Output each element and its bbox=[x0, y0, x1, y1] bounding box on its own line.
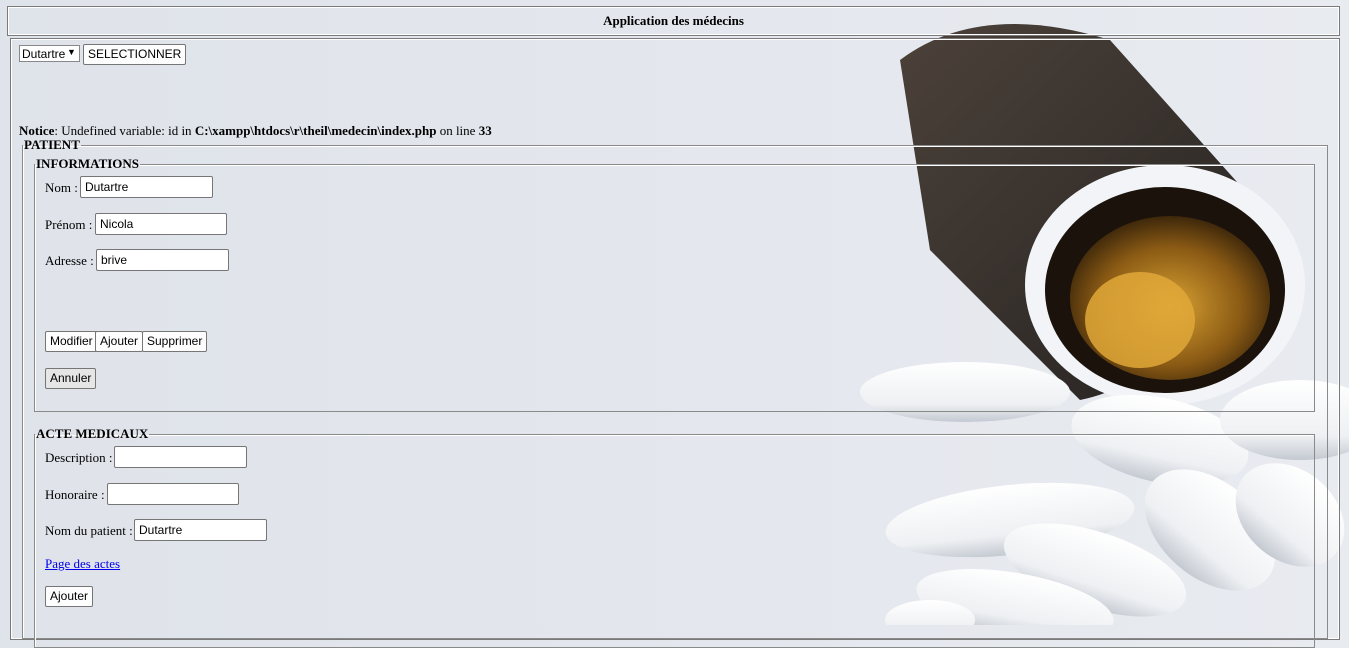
prenom-label: Prénom : bbox=[45, 217, 93, 232]
ajouter-acte-button[interactable]: Ajouter bbox=[45, 586, 94, 607]
nom-label: Nom : bbox=[45, 180, 78, 195]
notice-line: 33 bbox=[478, 123, 492, 138]
page-title: Application des médecins bbox=[603, 13, 744, 28]
notice-label: Notice bbox=[19, 123, 55, 138]
description-field[interactable] bbox=[114, 446, 247, 468]
informations-fieldset: INFORMATIONS bbox=[34, 156, 1315, 412]
select-button[interactable]: SELECTIONNER bbox=[83, 44, 187, 65]
notice-text: : Undefined variable: id in bbox=[54, 123, 195, 138]
ajouter-patient-button[interactable]: Ajouter bbox=[95, 331, 144, 352]
adresse-field[interactable] bbox=[96, 249, 229, 271]
page-actes-link[interactable]: Page des actes bbox=[45, 556, 120, 572]
doctor-select[interactable]: Dutartre bbox=[19, 45, 80, 62]
description-label: Description : bbox=[45, 450, 113, 465]
prenom-field[interactable] bbox=[95, 213, 227, 235]
notice-text-2: on line bbox=[436, 123, 479, 138]
adresse-label: Adresse : bbox=[45, 253, 94, 268]
notice-path: C:\xampp\htdocs\r\theil\medecin\index.ph… bbox=[194, 123, 437, 138]
annuler-button[interactable]: Annuler bbox=[45, 368, 97, 389]
nom-patient-field[interactable] bbox=[134, 519, 267, 541]
modifier-button[interactable]: Modifier bbox=[45, 331, 98, 352]
honoraire-label: Honoraire : bbox=[45, 487, 105, 502]
patient-legend: PATIENT bbox=[24, 137, 80, 152]
app-header: Application des médecins bbox=[7, 6, 1340, 36]
honoraire-field[interactable] bbox=[107, 483, 239, 505]
informations-legend: INFORMATIONS bbox=[36, 156, 140, 171]
nom-field[interactable] bbox=[80, 176, 213, 198]
nom-patient-label: Nom du patient : bbox=[45, 523, 133, 538]
supprimer-button[interactable]: Supprimer bbox=[142, 331, 208, 352]
actes-legend: ACTE MEDICAUX bbox=[36, 426, 149, 441]
